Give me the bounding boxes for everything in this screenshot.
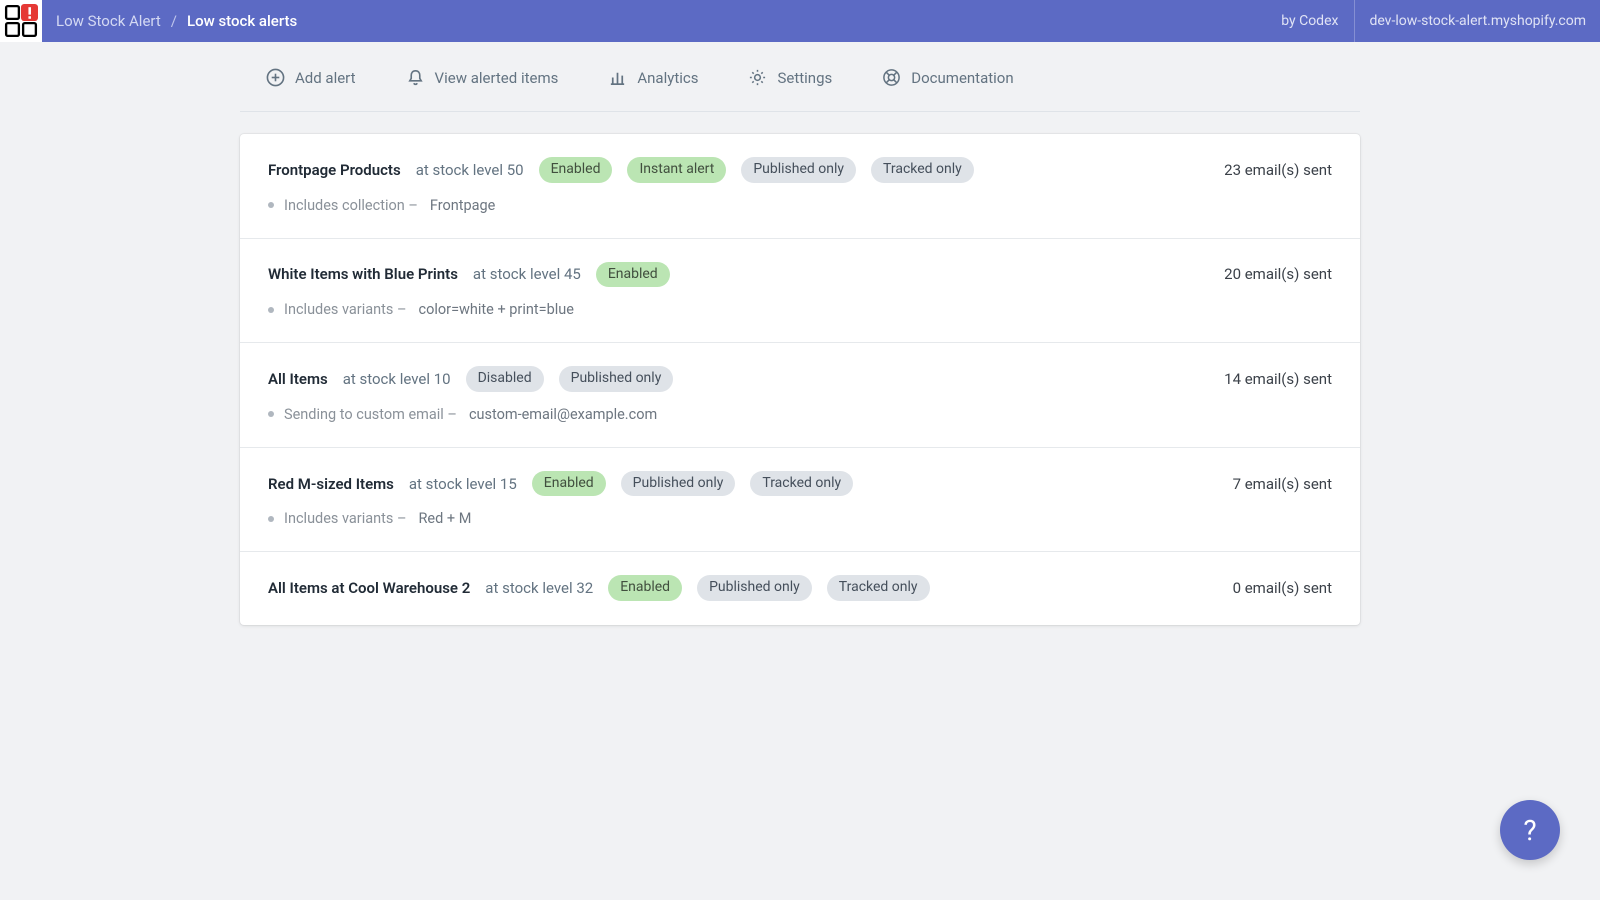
- status-badge: Published only: [697, 575, 812, 601]
- breadcrumb-root[interactable]: Low Stock Alert: [56, 12, 161, 30]
- emails-sent: 20 email(s) sent: [1224, 265, 1332, 283]
- nav-label: Documentation: [911, 69, 1013, 87]
- subinfo-label: Includes variants –: [284, 301, 407, 318]
- subinfo-label: Sending to custom email –: [284, 406, 457, 423]
- subinfo-label: Includes variants –: [284, 510, 407, 527]
- alert-title: Red M-sized Items: [268, 475, 394, 493]
- status-badge: Enabled: [539, 157, 613, 183]
- nav-label: Analytics: [637, 69, 698, 87]
- status-badge: Enabled: [608, 575, 682, 601]
- subinfo-value: Red + M: [419, 510, 472, 527]
- gear-icon: [748, 68, 767, 87]
- alerts-list: Frontpage Products at stock level 50 Enabl…: [240, 134, 1360, 625]
- alert-row-header: All Items at Cool Warehouse 2 at stock le…: [268, 575, 1332, 601]
- alert-row[interactable]: White Items with Blue Prints at stock lev…: [240, 238, 1360, 343]
- emails-sent: 7 email(s) sent: [1233, 475, 1332, 493]
- bullet-icon: [268, 307, 274, 313]
- nav-add-alert[interactable]: Add alert: [266, 68, 356, 87]
- alert-subinfo: Includes collection – Frontpage: [268, 197, 1332, 214]
- stock-level: at stock level 32: [485, 579, 593, 597]
- shop-domain-link[interactable]: dev-low-stock-alert.myshopify.com: [1355, 0, 1600, 42]
- status-badge: Published only: [559, 366, 674, 392]
- nav-view-alerted-items[interactable]: View alerted items: [406, 68, 559, 87]
- stock-level: at stock level 45: [473, 265, 581, 283]
- status-badge: Enabled: [532, 471, 606, 497]
- alert-title: Frontpage Products: [268, 161, 401, 179]
- bell-icon: [406, 68, 425, 87]
- nav-analytics[interactable]: Analytics: [608, 68, 698, 87]
- breadcrumb-current: Low stock alerts: [187, 12, 297, 30]
- alert-row[interactable]: All Items at Cool Warehouse 2 at stock le…: [240, 551, 1360, 625]
- emails-sent: 14 email(s) sent: [1224, 370, 1332, 388]
- stock-level: at stock level 15: [409, 475, 517, 493]
- alert-row-header: White Items with Blue Prints at stock lev…: [268, 262, 1332, 288]
- status-badge: Tracked only: [750, 471, 853, 497]
- subinfo-value: color=white + print=blue: [419, 301, 574, 318]
- nav-documentation[interactable]: Documentation: [882, 68, 1013, 87]
- nav-label: View alerted items: [435, 69, 559, 87]
- lifebuoy-icon: [882, 68, 901, 87]
- status-badge: Tracked only: [871, 157, 974, 183]
- plus-circle-icon: [266, 68, 285, 87]
- topbar: Low Stock Alert / Low stock alerts by Co…: [0, 0, 1600, 42]
- bullet-icon: [268, 411, 274, 417]
- stock-level: at stock level 50: [416, 161, 524, 179]
- status-badge: Published only: [741, 157, 856, 183]
- alert-title: White Items with Blue Prints: [268, 265, 458, 283]
- alert-row-header: All Items at stock level 10 Disabled Publis…: [268, 366, 1332, 392]
- stock-level: at stock level 10: [343, 370, 451, 388]
- main-nav: Add alert View alerted items Analytics: [240, 42, 1360, 112]
- alert-row-header: Red M-sized Items at stock level 15 Enable…: [268, 471, 1332, 497]
- chart-icon: [608, 68, 627, 87]
- topbar-right: by Codex dev-low-stock-alert.myshopify.c…: [1265, 0, 1600, 42]
- nav-label: Add alert: [295, 69, 356, 87]
- alert-subinfo: Includes variants – Red + M: [268, 510, 1332, 527]
- app-author-link[interactable]: by Codex: [1265, 0, 1355, 42]
- app-icon[interactable]: [0, 0, 42, 42]
- breadcrumb-separator: /: [171, 12, 177, 30]
- status-badge: Instant alert: [627, 157, 726, 183]
- emails-sent: 23 email(s) sent: [1224, 161, 1332, 179]
- nav-label: Settings: [777, 69, 832, 87]
- subinfo-label: Includes collection –: [284, 197, 418, 214]
- alert-subinfo: Sending to custom email – custom-email@ex…: [268, 406, 1332, 423]
- bullet-icon: [268, 202, 274, 208]
- breadcrumb: Low Stock Alert / Low stock alerts: [56, 12, 297, 30]
- status-badge: Published only: [621, 471, 736, 497]
- help-button[interactable]: ?: [1500, 800, 1560, 860]
- alert-row[interactable]: Red M-sized Items at stock level 15 Enable…: [240, 447, 1360, 552]
- low-stock-app-icon: [4, 4, 38, 38]
- alert-row[interactable]: Frontpage Products at stock level 50 Enabl…: [240, 134, 1360, 238]
- subinfo-value: Frontpage: [430, 197, 495, 214]
- status-badge: Tracked only: [827, 575, 930, 601]
- alert-title: All Items: [268, 370, 328, 388]
- alert-row-header: Frontpage Products at stock level 50 Enabl…: [268, 157, 1332, 183]
- alert-subinfo: Includes variants – color=white + print=b…: [268, 301, 1332, 318]
- status-badge: Enabled: [596, 262, 670, 288]
- subinfo-value: custom-email@example.com: [469, 406, 657, 423]
- status-badge: Disabled: [466, 366, 544, 392]
- page-container: Add alert View alerted items Analytics: [240, 42, 1360, 625]
- emails-sent: 0 email(s) sent: [1233, 579, 1332, 597]
- alert-row[interactable]: All Items at stock level 10 Disabled Publis…: [240, 342, 1360, 447]
- nav-settings[interactable]: Settings: [748, 68, 832, 87]
- alert-title: All Items at Cool Warehouse 2: [268, 579, 470, 597]
- bullet-icon: [268, 516, 274, 522]
